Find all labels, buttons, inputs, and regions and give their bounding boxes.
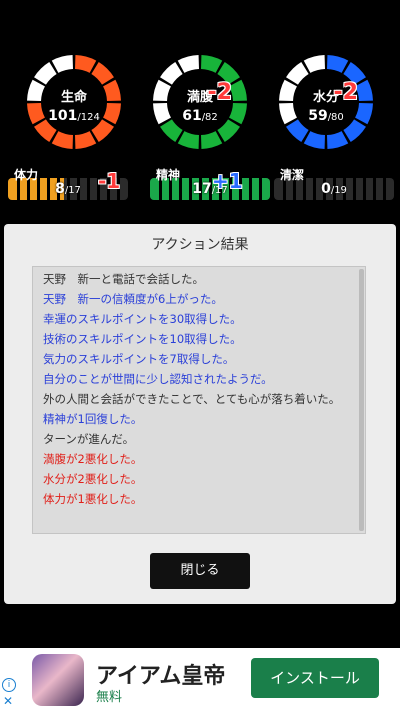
action-log[interactable]: 天野 新一と電話で会話した。天野 新一の信頼度が6上がった。幸運のスキルポイント… bbox=[32, 266, 366, 534]
gauge-life: 生命 101/124 bbox=[24, 52, 124, 152]
gauge-segment bbox=[177, 55, 199, 73]
log-line: 幸運のスキルポイントを30取得した。 bbox=[43, 312, 242, 326]
log-line: 天野 新一の信頼度が6上がった。 bbox=[43, 292, 223, 306]
gauge-segment bbox=[91, 62, 114, 85]
gauge-label: 水分 bbox=[312, 90, 339, 105]
gauge-segment bbox=[327, 131, 349, 149]
app-icon[interactable] bbox=[32, 654, 84, 706]
ad-banner[interactable]: i ✕ アイアム皇帝 無料 インストール bbox=[0, 648, 400, 711]
gauge-fullness: 満腹 61/82 -2 bbox=[150, 52, 250, 152]
log-line: 外の人間と会話ができたことで、とても心が落ち着いた。 bbox=[43, 392, 341, 406]
gauge-segment bbox=[51, 55, 73, 73]
stat-delta: +1 bbox=[212, 169, 243, 193]
log-line: 技術のスキルポイントを10取得した。 bbox=[43, 332, 242, 346]
gauge-segment bbox=[160, 62, 183, 85]
info-icon[interactable]: i bbox=[2, 678, 16, 692]
stat-spirit: 精神 17/17 +1 bbox=[150, 166, 270, 202]
close-icon[interactable]: ✕ bbox=[3, 694, 13, 708]
stat-delta: -1 bbox=[98, 169, 121, 193]
gauge-segment bbox=[303, 131, 325, 149]
log-line: 自分のことが世間に少し認知されたようだ。 bbox=[43, 372, 273, 386]
log-line: 天野 新一と電話で会話した。 bbox=[43, 272, 204, 286]
gauge-segment bbox=[75, 55, 97, 73]
close-button[interactable]: 閉じる bbox=[150, 553, 250, 589]
gauge-value: 101/124 bbox=[48, 108, 100, 124]
log-line: 精神が1回復した。 bbox=[43, 412, 143, 426]
gauge-segment bbox=[303, 55, 325, 73]
log-scrollbar[interactable] bbox=[359, 269, 364, 531]
gauge-segment bbox=[34, 62, 57, 85]
stat-value: 17/17 bbox=[192, 181, 228, 197]
gauge-label: 満腹 bbox=[186, 90, 213, 105]
gauge-segment bbox=[201, 131, 223, 149]
log-line: 満腹が2悪化した。 bbox=[43, 452, 143, 466]
log-line: 体力が1悪化した。 bbox=[43, 492, 143, 506]
gauge-segment bbox=[201, 55, 223, 73]
stat-cleanliness: 清潔 0/19 bbox=[274, 166, 394, 202]
gauge-water: 水分 59/80 -2 bbox=[276, 52, 376, 152]
gauge-segment bbox=[177, 131, 199, 149]
gauge-value: 61/82 bbox=[182, 108, 218, 124]
panel-title: アクション結果 bbox=[151, 237, 249, 253]
gauge-segment bbox=[327, 55, 349, 73]
log-line: 水分が2悪化した。 bbox=[43, 472, 143, 486]
gauge-delta: -2 bbox=[333, 80, 358, 105]
gauge-delta: -2 bbox=[207, 80, 232, 105]
install-button[interactable]: インストール bbox=[251, 658, 379, 698]
log-line: 気力のスキルポイントを7取得した。 bbox=[43, 352, 235, 366]
gauge-segment bbox=[75, 131, 97, 149]
gauge-label: 生命 bbox=[60, 90, 87, 105]
log-line: ターンが進んだ。 bbox=[43, 432, 135, 446]
stat-value: 0/19 bbox=[321, 181, 347, 197]
stat-stamina: 体力 8/17 -1 bbox=[8, 166, 128, 202]
gauge-segment bbox=[51, 131, 73, 149]
gauge-value: 59/80 bbox=[308, 108, 344, 124]
gauge-segment bbox=[286, 62, 309, 85]
ad-subtitle: 無料 bbox=[96, 690, 123, 705]
